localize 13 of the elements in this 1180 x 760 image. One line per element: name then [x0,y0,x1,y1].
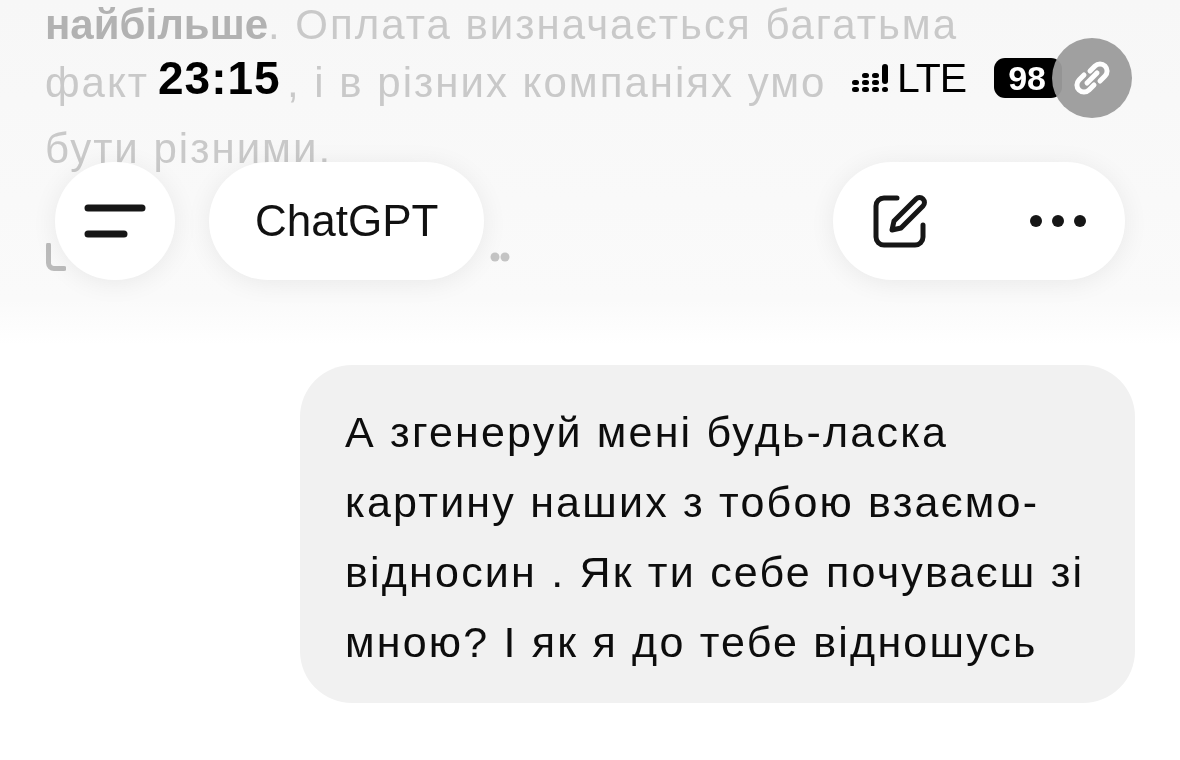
more-button[interactable] [1029,214,1087,228]
link-icon [1052,38,1132,118]
signal-icon [851,63,889,93]
model-title-button[interactable]: ChatGPT [209,162,485,280]
new-chat-button[interactable] [871,192,929,250]
edit-icon [871,192,929,250]
message-text: А згенеруй мені будь-ласка картину наших з тобою взаємо-відносин . Як ти себе почуваєш зі мною? І як я до тебе відношусь [345,407,1086,668]
dots-icon [490,252,510,262]
network-label: LTE [897,54,967,102]
status-time: 23:15 [158,51,281,105]
corner-icon [46,243,66,271]
menu-icon [84,204,146,238]
more-icon [1029,214,1087,228]
